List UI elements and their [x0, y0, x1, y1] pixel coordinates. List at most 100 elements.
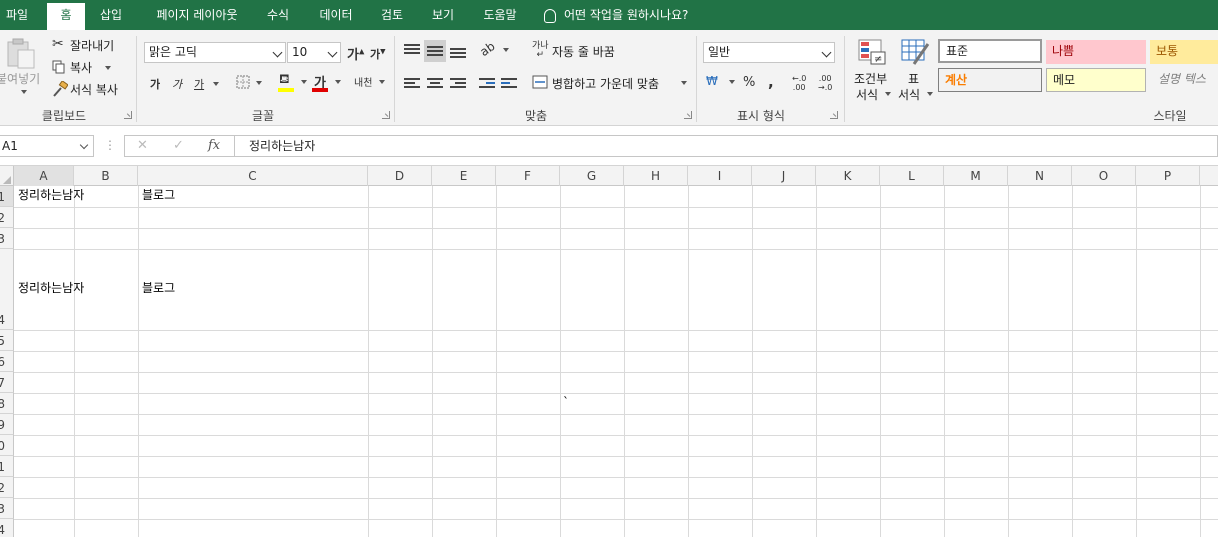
underline-button[interactable]: 가: [194, 76, 204, 92]
increase-decimal-icon[interactable]: ←.0.00: [792, 74, 806, 92]
select-all-button[interactable]: [0, 166, 14, 186]
shrink-font-button[interactable]: 가▼: [370, 46, 386, 62]
format-as-table-button[interactable]: 표 서식: [896, 36, 934, 102]
column-header-i[interactable]: I: [688, 166, 752, 186]
column-header-l[interactable]: L: [880, 166, 944, 186]
row-header[interactable]: 2: [0, 477, 14, 498]
cancel-icon[interactable]: ✕: [137, 138, 148, 153]
cell-style-bad[interactable]: 나쁨: [1046, 40, 1146, 64]
column-header-d[interactable]: D: [368, 166, 432, 186]
row-header[interactable]: 1: [0, 186, 14, 207]
row-header[interactable]: 3: [0, 498, 14, 519]
conditional-formatting-button[interactable]: ≠ 조건부 서식: [850, 36, 894, 102]
row-header[interactable]: 9: [0, 414, 14, 435]
worksheet-grid[interactable]: A B C D E F G H I J K L M N O P 1: [0, 166, 1218, 537]
tab-file[interactable]: 파일: [0, 0, 34, 30]
row-header[interactable]: 4: [0, 249, 14, 330]
alignment-dialog-launcher-icon[interactable]: [684, 111, 692, 119]
wrap-text-button[interactable]: 가나 ↵ 자동 줄 바꿈: [532, 42, 632, 60]
font-size-select[interactable]: 10: [287, 42, 341, 63]
comma-style-button[interactable]: ,: [768, 73, 774, 91]
row-header[interactable]: 0: [0, 435, 14, 456]
enter-icon[interactable]: ✓: [173, 138, 184, 153]
increase-indent-icon[interactable]: [501, 78, 517, 90]
cell-g8[interactable]: `: [563, 394, 569, 410]
tell-me-search[interactable]: 어떤 작업을 원하시나요?: [544, 0, 688, 30]
copy-button[interactable]: 복사: [52, 58, 114, 76]
align-top-icon[interactable]: [404, 44, 420, 56]
cell-style-explanatory[interactable]: 설명 텍스: [1150, 68, 1218, 92]
align-left-icon[interactable]: [404, 78, 420, 90]
cell-c1[interactable]: 블로그: [142, 187, 175, 203]
bold-button[interactable]: 가: [150, 76, 160, 92]
merge-center-button[interactable]: 병합하고 가운데 맞춤: [532, 74, 688, 92]
column-header-c[interactable]: C: [138, 166, 368, 186]
tab-formulas[interactable]: 수식: [258, 0, 298, 30]
chevron-down-icon[interactable]: [213, 82, 219, 86]
copy-label: 복사: [70, 61, 93, 75]
align-bottom-icon[interactable]: [450, 48, 466, 60]
font-name-select[interactable]: 맑은 고딕: [144, 42, 286, 63]
column-header-b[interactable]: B: [74, 166, 138, 186]
column-header-m[interactable]: M: [944, 166, 1008, 186]
tab-insert[interactable]: 삽입: [92, 0, 130, 30]
fill-color-button[interactable]: ⛾: [278, 72, 308, 94]
borders-button[interactable]: [236, 75, 262, 91]
row-header[interactable]: 5: [0, 330, 14, 351]
tab-view[interactable]: 보기: [423, 0, 463, 30]
row-header[interactable]: 1: [0, 456, 14, 477]
row-header[interactable]: 6: [0, 351, 14, 372]
font-dialog-launcher-icon[interactable]: [382, 111, 390, 119]
formula-input[interactable]: 정리하는남자: [234, 135, 1218, 157]
align-center-icon[interactable]: [427, 78, 443, 90]
formula-bar-grip-icon[interactable]: ⋮: [104, 138, 116, 152]
cell-style-normal[interactable]: 표준: [938, 39, 1042, 63]
column-header-j[interactable]: J: [752, 166, 816, 186]
tab-help[interactable]: 도움말: [474, 0, 526, 30]
clipboard-dialog-launcher-icon[interactable]: [124, 111, 132, 119]
row-header[interactable]: 8: [0, 393, 14, 414]
tab-page-layout[interactable]: 페이지 레이아웃: [142, 0, 252, 30]
tab-home[interactable]: 홈: [47, 3, 85, 30]
cell-style-neutral[interactable]: 보통: [1150, 40, 1218, 64]
number-dialog-launcher-icon[interactable]: [830, 111, 838, 119]
insert-function-icon[interactable]: fx: [208, 138, 220, 153]
align-right-icon[interactable]: [450, 78, 466, 90]
cell-style-note[interactable]: 메모: [1046, 68, 1146, 92]
column-header-g[interactable]: G: [560, 166, 624, 186]
format-painter-button[interactable]: 서식 복사: [52, 80, 126, 98]
row-header-label: 4: [0, 313, 5, 327]
row-header[interactable]: 7: [0, 372, 14, 393]
decrease-indent-icon[interactable]: [479, 78, 495, 90]
column-header-a[interactable]: A: [14, 166, 74, 186]
column-header-f[interactable]: F: [496, 166, 560, 186]
column-header-e[interactable]: E: [432, 166, 496, 186]
grow-font-button[interactable]: 가▲: [347, 44, 364, 63]
name-box[interactable]: A1: [0, 135, 94, 157]
percent-style-button[interactable]: %: [743, 75, 755, 90]
cell-style-calculation[interactable]: 계산: [938, 68, 1042, 92]
tab-review[interactable]: 검토: [372, 0, 412, 30]
column-header-n[interactable]: N: [1008, 166, 1072, 186]
row-header[interactable]: 3: [0, 228, 14, 249]
paste-icon: [7, 38, 35, 69]
column-header-h[interactable]: H: [624, 166, 688, 186]
cell-a4[interactable]: 정리하는남자: [18, 280, 84, 296]
cut-button[interactable]: ✂ 잘라내기: [52, 36, 124, 54]
row-header[interactable]: 2: [0, 207, 14, 228]
row-header[interactable]: 4: [0, 519, 14, 537]
paste-button[interactable]: 붙여넣기: [0, 36, 44, 94]
column-header-k[interactable]: K: [816, 166, 880, 186]
number-format-select[interactable]: 일반: [703, 42, 835, 63]
accounting-format-button[interactable]: ₩: [706, 74, 736, 92]
italic-button[interactable]: 가: [172, 76, 182, 92]
tab-data[interactable]: 데이터: [310, 0, 362, 30]
cell-c4[interactable]: 블로그: [142, 280, 175, 296]
cell-a1[interactable]: 정리하는남자: [18, 187, 84, 203]
decrease-decimal-icon[interactable]: .00 →.0: [818, 74, 832, 92]
column-header-p[interactable]: P: [1136, 166, 1200, 186]
orientation-button[interactable]: ab: [477, 39, 509, 60]
phonetic-button[interactable]: 내천: [354, 74, 385, 94]
font-color-button[interactable]: 가: [312, 72, 342, 94]
column-header-o[interactable]: O: [1072, 166, 1136, 186]
